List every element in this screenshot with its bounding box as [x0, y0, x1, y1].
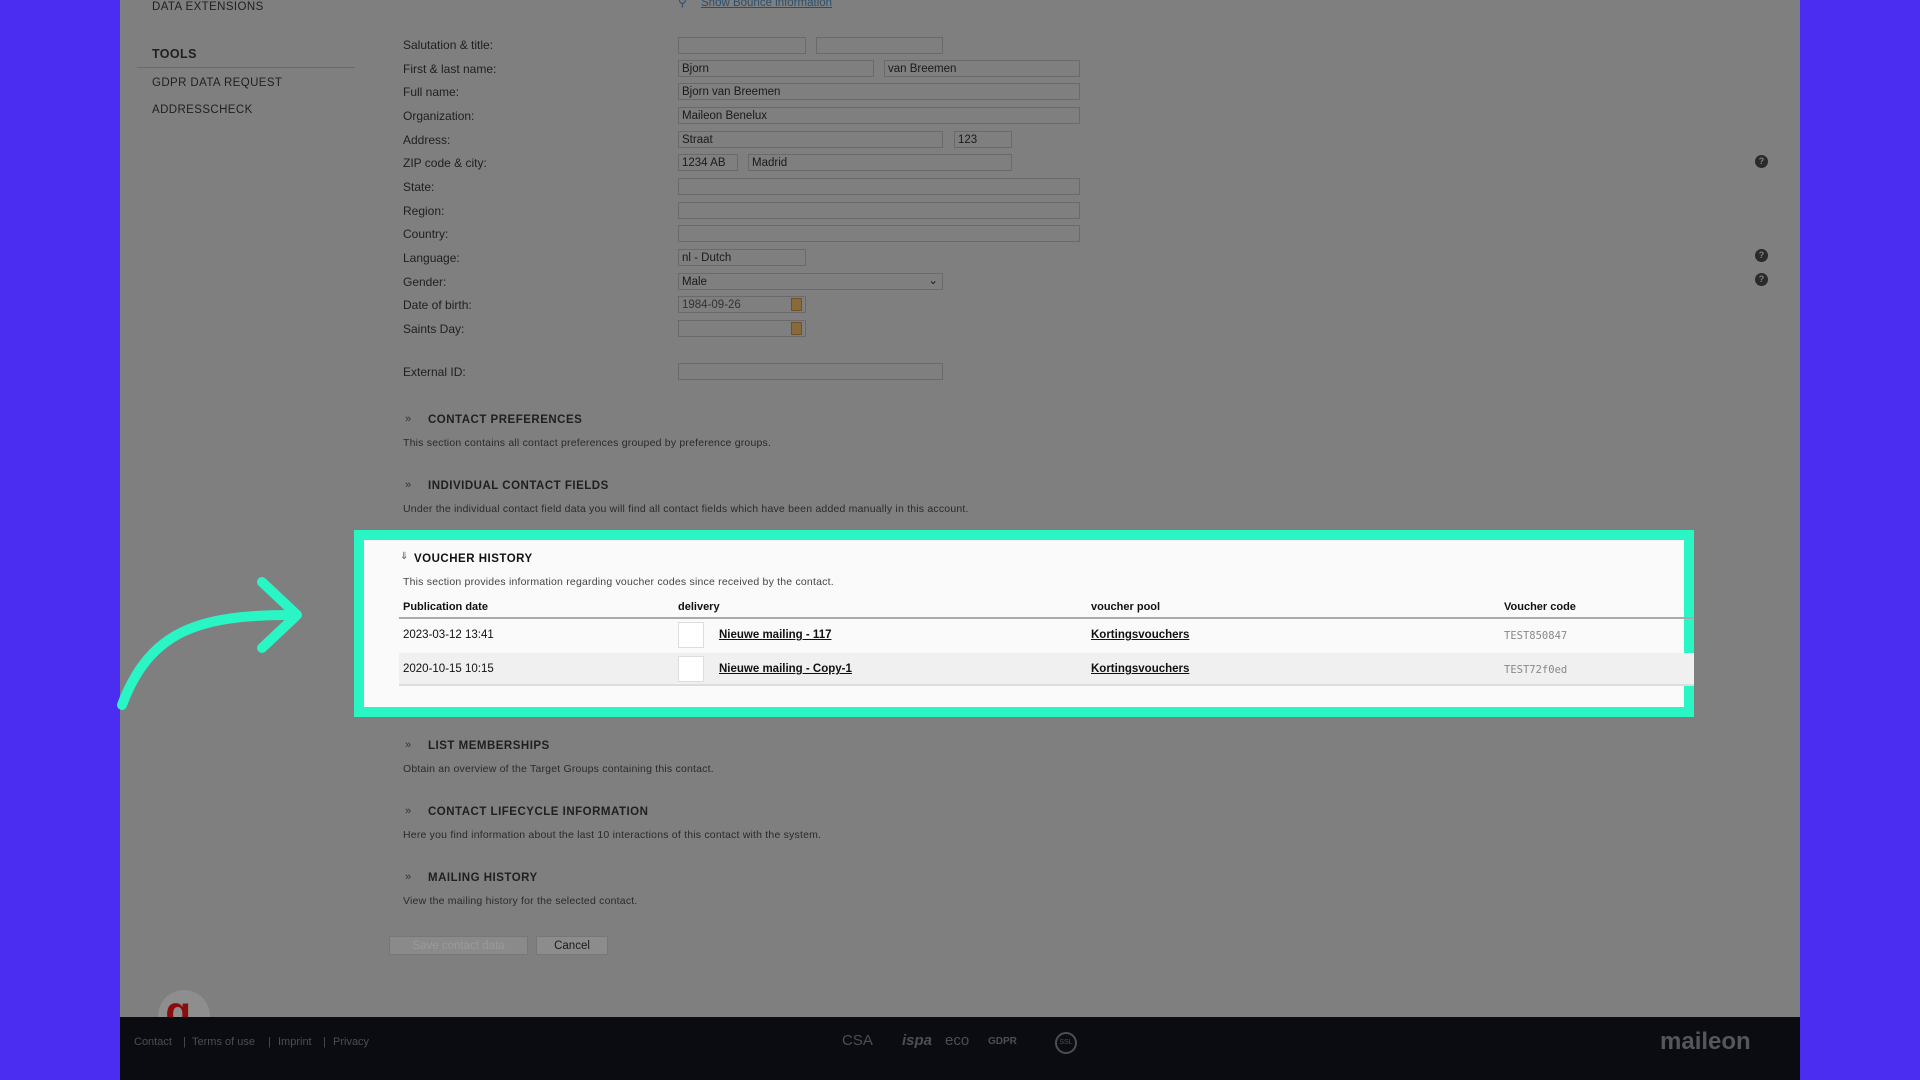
eco-badge: eco [945, 1032, 970, 1049]
save-contact-button[interactable]: Save contact data [389, 936, 528, 955]
voucher-code: TEST72f0ed [1504, 664, 1568, 676]
sidebar-item-addresscheck[interactable]: ADDRESSCHECK [152, 104, 253, 116]
title-input[interactable] [816, 37, 943, 54]
mailing-history-header[interactable]: MAILING HISTORY [428, 872, 538, 884]
divider [137, 67, 355, 68]
external-id-label: External ID: [403, 365, 466, 379]
calendar-icon[interactable] [791, 298, 802, 311]
lifecycle-header[interactable]: CONTACT LIFECYCLE INFORMATION [428, 806, 648, 818]
language-label: Language: [403, 251, 460, 265]
full-name-input[interactable]: Bjorn van Breemen [678, 83, 1080, 100]
gender-label: Gender: [403, 275, 447, 289]
language-input[interactable]: nl - Dutch [678, 249, 806, 266]
mailing-history-desc: View the mailing history for the selecte… [403, 895, 638, 907]
chevron-right-icon[interactable]: » [405, 413, 411, 425]
separator: | [268, 1036, 271, 1048]
voucher-code: TEST850847 [1504, 630, 1568, 642]
last-name-input[interactable]: van Breemen [884, 60, 1080, 77]
mailing-thumbnail [678, 656, 704, 682]
sidebar-item-data-extensions[interactable]: DATA EXTENSIONS [152, 1, 264, 13]
external-id-input[interactable] [678, 363, 943, 380]
fullname-label: Full name: [403, 85, 460, 99]
chevron-right-icon[interactable]: » [405, 871, 411, 883]
show-bounce-link[interactable]: Show Bounce information [701, 0, 832, 9]
publication-date: 2020-10-15 10:15 [403, 663, 494, 675]
col-voucher-code: Voucher code [1504, 601, 1576, 613]
dob-input[interactable]: 1984-09-26 [678, 296, 806, 313]
gender-select[interactable]: Male ⌄ [678, 273, 943, 290]
voucher-history-header[interactable]: VOUCHER HISTORY [414, 553, 533, 565]
voucher-pool-link[interactable]: Kortingsvouchers [1091, 629, 1189, 641]
publication-date: 2023-03-12 13:41 [403, 629, 494, 641]
saints-label: Saints Day: [403, 322, 465, 336]
col-voucher-pool: voucher pool [1091, 601, 1161, 613]
state-label: State: [403, 180, 435, 194]
chevron-right-icon[interactable]: » [405, 739, 411, 751]
gdpr-badge: GDPR [988, 1036, 1017, 1047]
footer-imprint-link[interactable]: Imprint [278, 1036, 312, 1048]
help-icon[interactable]: ? [1755, 273, 1768, 286]
name-label: First & last name: [403, 62, 497, 76]
help-icon[interactable]: ? [1755, 155, 1768, 168]
lifecycle-desc: Here you find information about the last… [403, 829, 822, 841]
table-row: 2023-03-12 13:41 Nieuwe mailing - 117 Ko… [399, 619, 1694, 652]
tools-heading: TOOLS [152, 47, 197, 61]
col-delivery: delivery [678, 601, 720, 613]
voucher-pool-link[interactable]: Kortingsvouchers [1091, 663, 1189, 675]
separator: | [183, 1036, 186, 1048]
organization-input[interactable]: Maileon Benelux [678, 107, 1080, 124]
state-input[interactable] [678, 178, 1080, 195]
region-label: Region: [403, 204, 445, 218]
delivery-link[interactable]: Nieuwe mailing - Copy-1 [719, 663, 852, 675]
chevron-right-icon[interactable]: » [405, 805, 411, 817]
ssl-badge: SSL [1055, 1032, 1077, 1054]
maileon-logo: maileon [1660, 1028, 1751, 1055]
salutation-input[interactable] [678, 37, 806, 54]
region-input[interactable] [678, 202, 1080, 219]
col-publication-date: Publication date [403, 601, 488, 613]
calendar-icon[interactable] [791, 322, 802, 335]
saints-day-input[interactable] [678, 320, 806, 337]
separator: | [323, 1036, 326, 1048]
list-memberships-desc: Obtain an overview of the Target Groups … [403, 763, 714, 775]
delivery-link[interactable]: Nieuwe mailing - 117 [719, 629, 831, 641]
zip-input[interactable]: 1234 AB [678, 154, 738, 171]
voucher-history-highlight: ⇓ VOUCHER HISTORY This section provides … [354, 530, 1694, 717]
search-icon: ⚲ [678, 0, 687, 9]
street-input[interactable]: Straat [678, 131, 943, 148]
table-row: 2020-10-15 10:15 Nieuwe mailing - Copy-1… [399, 653, 1694, 686]
individual-fields-header[interactable]: INDIVIDUAL CONTACT FIELDS [428, 480, 609, 492]
dob-label: Date of birth: [403, 298, 472, 312]
mailing-thumbnail [678, 622, 704, 648]
contact-preferences-desc: This section contains all contact prefer… [403, 437, 772, 449]
cancel-button[interactable]: Cancel [536, 936, 608, 955]
voucher-history-desc: This section provides information regard… [403, 576, 834, 588]
arrow-annotation [117, 577, 302, 710]
sidebar-item-gdpr[interactable]: GDPR DATA REQUEST [152, 77, 282, 89]
organization-label: Organization: [403, 109, 475, 123]
city-input[interactable]: Madrid [748, 154, 1012, 171]
salutation-label: Salutation & title: [403, 38, 494, 52]
csa-badge: CSA [842, 1032, 873, 1049]
footer-terms-link[interactable]: Terms of use [192, 1036, 255, 1048]
list-memberships-header[interactable]: LIST MEMBERSHIPS [428, 740, 550, 752]
address-label: Address: [403, 133, 451, 147]
chevron-down-icon: ⌄ [928, 275, 938, 287]
gender-value: Male [682, 276, 707, 288]
house-number-input[interactable]: 123 [954, 131, 1012, 148]
ispa-badge: ispa [902, 1032, 933, 1049]
first-name-input[interactable]: Bjorn [678, 60, 874, 77]
individual-fields-desc: Under the individual contact field data … [403, 503, 969, 515]
contact-preferences-header[interactable]: CONTACT PREFERENCES [428, 414, 582, 426]
country-input[interactable] [678, 225, 1080, 242]
chevron-down-icon[interactable]: ⇓ [400, 551, 408, 562]
chevron-right-icon[interactable]: » [405, 479, 411, 491]
help-icon[interactable]: ? [1755, 249, 1768, 262]
footer-contact-link[interactable]: Contact [134, 1036, 172, 1048]
country-label: Country: [403, 227, 449, 241]
footer-privacy-link[interactable]: Privacy [333, 1036, 369, 1048]
zip-label: ZIP code & city: [403, 156, 487, 170]
